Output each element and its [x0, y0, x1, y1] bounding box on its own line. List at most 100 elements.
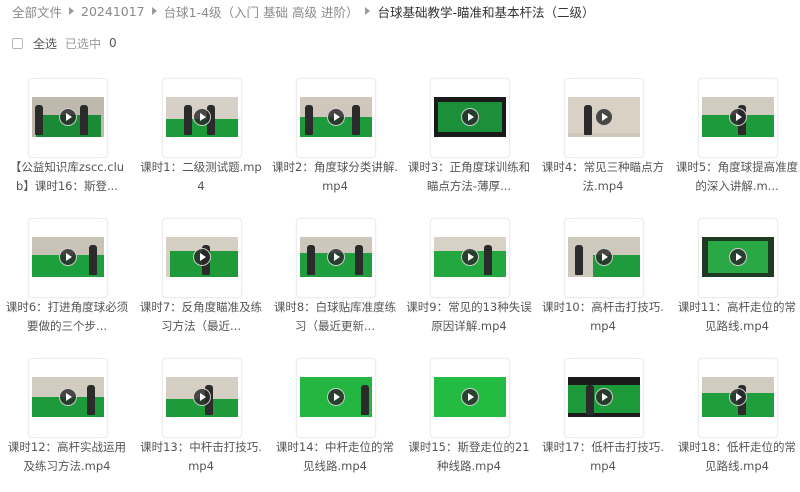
video-thumbnail: [702, 97, 774, 137]
file-thumbnail-card[interactable]: [162, 358, 242, 438]
video-thumbnail: [434, 97, 506, 137]
breadcrumb-item-date-folder[interactable]: 20241017: [81, 4, 145, 19]
play-icon[interactable]: [193, 388, 211, 406]
file-name[interactable]: 课时14：中杆走位的常见线路.mp4: [272, 438, 398, 476]
breadcrumb: 全部文件 20241017 台球1-4级（入门 基础 高级 进阶） 台球基础教学…: [12, 0, 595, 22]
file-item[interactable]: 课时9：常见的13种失误原因详解.mp4: [402, 212, 536, 352]
file-thumbnail-card[interactable]: [564, 218, 644, 298]
play-icon[interactable]: [193, 108, 211, 126]
video-thumbnail: [300, 377, 372, 417]
person-figure: [355, 245, 364, 275]
person-figure: [360, 385, 369, 415]
play-icon[interactable]: [729, 108, 747, 126]
play-icon[interactable]: [729, 248, 747, 266]
play-icon[interactable]: [59, 108, 77, 126]
video-thumbnail: [702, 377, 774, 417]
video-thumbnail: [166, 377, 238, 417]
file-item[interactable]: 课时10：高杆击打技巧.mp4: [536, 212, 670, 352]
file-item[interactable]: 课时18：低杆走位的常见路线.mp4: [670, 352, 800, 492]
play-icon[interactable]: [595, 108, 613, 126]
file-name[interactable]: 课时3：正角度球训练和瞄点方法-薄厚...: [406, 158, 532, 196]
video-thumbnail: [568, 237, 640, 277]
file-item[interactable]: 课时14：中杆走位的常见线路.mp4: [268, 352, 402, 492]
file-name[interactable]: 课时4：常见三种瞄点方法.mp4: [540, 158, 666, 196]
select-all-label[interactable]: 全选: [33, 35, 57, 52]
file-item[interactable]: 课时4：常见三种瞄点方法.mp4: [536, 72, 670, 212]
file-name[interactable]: 课时7：反角度瞄准及练习方法（最近...: [138, 298, 264, 336]
file-name[interactable]: 课时12：高杆实战运用及练习方法.mp4: [4, 438, 130, 476]
video-thumbnail: [300, 237, 372, 277]
selected-count-value: 0: [109, 36, 117, 50]
file-name[interactable]: 课时6：打进角度球必须要做的三个步...: [4, 298, 130, 336]
select-all-checkbox[interactable]: [12, 37, 23, 49]
file-thumbnail-card[interactable]: [564, 358, 644, 438]
file-thumbnail-card[interactable]: [430, 218, 510, 298]
file-thumbnail-card[interactable]: [430, 78, 510, 158]
file-thumbnail-card[interactable]: [430, 358, 510, 438]
person-figure: [306, 245, 315, 275]
file-thumbnail-card[interactable]: [698, 78, 778, 158]
file-name[interactable]: 课时13：中杆击打技巧.mp4: [138, 438, 264, 476]
file-name[interactable]: 课时11：高杆走位的常见路线.mp4: [674, 298, 800, 336]
file-thumbnail-card[interactable]: [28, 218, 108, 298]
play-icon[interactable]: [59, 388, 77, 406]
file-thumbnail-card[interactable]: [698, 358, 778, 438]
file-name[interactable]: 课时10：高杆击打技巧.mp4: [540, 298, 666, 336]
file-item[interactable]: 课时11：高杆走位的常见路线.mp4: [670, 212, 800, 352]
file-item[interactable]: 课时8：白球贴库准度练习（最近更新...: [268, 212, 402, 352]
file-name[interactable]: 课时1：二级测试题.mp4: [138, 158, 264, 196]
file-item[interactable]: 课时3：正角度球训练和瞄点方法-薄厚...: [402, 72, 536, 212]
play-icon[interactable]: [327, 388, 345, 406]
file-item[interactable]: 课时17：低杆击打技巧.mp4: [536, 352, 670, 492]
file-thumbnail-card[interactable]: [564, 78, 644, 158]
play-icon[interactable]: [193, 248, 211, 266]
file-item[interactable]: 课时12：高杆实战运用及练习方法.mp4: [0, 352, 134, 492]
play-icon[interactable]: [461, 248, 479, 266]
file-item[interactable]: 课时6：打进角度球必须要做的三个步...: [0, 212, 134, 352]
file-name[interactable]: 【公益知识库zscc.club】课时16：斯登...: [4, 158, 130, 196]
file-name[interactable]: 课时5：角度球提高准度的深入讲解.m...: [674, 158, 800, 196]
file-thumbnail-card[interactable]: [28, 78, 108, 158]
person-figure: [87, 385, 96, 415]
video-thumbnail: [32, 377, 104, 417]
person-figure: [304, 105, 313, 135]
chevron-right-icon: [365, 7, 371, 15]
file-item[interactable]: 课时2：角度球分类讲解.mp4: [268, 72, 402, 212]
file-thumbnail-card[interactable]: [162, 78, 242, 158]
video-thumbnail: [300, 97, 372, 137]
file-thumbnail-card[interactable]: [698, 218, 778, 298]
file-thumbnail-card[interactable]: [296, 78, 376, 158]
person-figure: [585, 385, 594, 415]
play-icon[interactable]: [327, 108, 345, 126]
play-icon[interactable]: [595, 248, 613, 266]
file-item[interactable]: 课时13：中杆击打技巧.mp4: [134, 352, 268, 492]
file-name[interactable]: 课时17：低杆击打技巧.mp4: [540, 438, 666, 476]
file-item[interactable]: 【公益知识库zscc.club】课时16：斯登...: [0, 72, 134, 212]
play-icon[interactable]: [327, 248, 345, 266]
person-figure: [484, 245, 492, 275]
file-name[interactable]: 课时9：常见的13种失误原因详解.mp4: [406, 298, 532, 336]
file-thumbnail-card[interactable]: [162, 218, 242, 298]
video-thumbnail: [568, 97, 640, 137]
file-name[interactable]: 课时15：斯登走位的21种线路.mp4: [406, 438, 532, 476]
play-icon[interactable]: [595, 388, 613, 406]
play-icon[interactable]: [59, 248, 77, 266]
file-name[interactable]: 课时2：角度球分类讲解.mp4: [272, 158, 398, 196]
breadcrumb-item-level-folder[interactable]: 台球1-4级（入门 基础 高级 进阶）: [164, 2, 359, 21]
play-icon[interactable]: [461, 388, 479, 406]
file-name[interactable]: 课时8：白球贴库准度练习（最近更新...: [272, 298, 398, 336]
file-thumbnail-card[interactable]: [296, 218, 376, 298]
play-icon[interactable]: [461, 108, 479, 126]
selected-count-label: 已选中: [65, 36, 102, 51]
file-item[interactable]: 课时5：角度球提高准度的深入讲解.m...: [670, 72, 800, 212]
breadcrumb-item-current-folder: 台球基础教学-瞄准和基本杆法（二级）: [377, 4, 595, 20]
file-item[interactable]: 课时7：反角度瞄准及练习方法（最近...: [134, 212, 268, 352]
file-thumbnail-card[interactable]: [296, 358, 376, 438]
file-thumbnail-card[interactable]: [28, 358, 108, 438]
selection-bar: 全选 已选中 0: [12, 34, 117, 52]
play-icon[interactable]: [729, 388, 747, 406]
file-name[interactable]: 课时18：低杆走位的常见路线.mp4: [674, 438, 800, 476]
file-item[interactable]: 课时1：二级测试题.mp4: [134, 72, 268, 212]
file-item[interactable]: 课时15：斯登走位的21种线路.mp4: [402, 352, 536, 492]
breadcrumb-item-all-files[interactable]: 全部文件: [12, 2, 62, 21]
